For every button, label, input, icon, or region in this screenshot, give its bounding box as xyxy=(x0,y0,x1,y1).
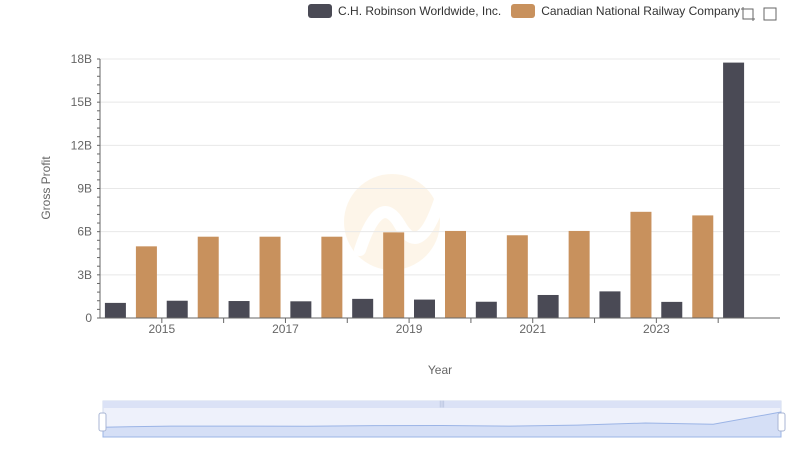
bar-series-1-2020 xyxy=(506,235,528,318)
bar-series-1-2016 xyxy=(259,236,281,318)
bar-series-0-2020 xyxy=(475,301,497,318)
data-zoom-left-handle[interactable] xyxy=(98,412,107,432)
y-axis-label: Gross Profit xyxy=(39,156,53,220)
data-zoom-slider[interactable]: ||| xyxy=(98,400,786,438)
y-tick-label: 0 xyxy=(85,311,92,325)
bar-series-0-2019 xyxy=(414,299,435,318)
bar-chart: 0 3B 6B 9B 12B 15B 18B 2015 2017 2019 2021 2023 Gr… xyxy=(39,52,786,438)
bar-series-1-2017 xyxy=(321,236,343,318)
y-tick-label: 3B xyxy=(77,268,92,282)
x-tick-labels: 2015 2017 2019 2021 2023 xyxy=(148,318,719,336)
bar-series-0-2018 xyxy=(352,298,374,318)
bar-series-0-2014 xyxy=(104,302,126,318)
bar-series-1-2022 xyxy=(630,211,652,318)
data-zoom-right-handle[interactable] xyxy=(777,412,786,432)
y-tick-label: 6B xyxy=(77,225,92,239)
x-tick-label: 2023 xyxy=(643,322,670,336)
bar-series-1-2018 xyxy=(383,232,405,318)
bar-series-1-2019 xyxy=(445,230,466,318)
y-tick-label: 9B xyxy=(77,182,92,196)
y-tick-label: 15B xyxy=(71,95,92,109)
y-tick-label: 12B xyxy=(71,138,92,152)
x-tick-label: 2021 xyxy=(519,322,546,336)
bar-series-0-2023 xyxy=(661,301,683,318)
x-tick-label: 2015 xyxy=(148,322,175,336)
bar-series-0-2021 xyxy=(537,294,559,318)
bar-series-1-2015 xyxy=(197,236,219,318)
y-tick-labels: 0 3B 6B 9B 12B 15B 18B xyxy=(71,52,93,325)
x-axis-label: Year xyxy=(428,363,452,377)
x-tick-label: 2017 xyxy=(272,322,299,336)
y-tick-label: 18B xyxy=(71,52,92,66)
bar-series-0-2022 xyxy=(599,291,621,318)
bar-series-1-2023 xyxy=(692,215,714,318)
bar-series-0-2016 xyxy=(228,301,250,318)
x-tick-label: 2019 xyxy=(396,322,423,336)
data-zoom-grip-icon[interactable]: ||| xyxy=(439,401,445,408)
bar-series-1-2014 xyxy=(135,246,157,318)
bar-series-0-2024 xyxy=(723,62,745,318)
bar-series-1-2021 xyxy=(568,230,590,318)
bar-series-0-2015 xyxy=(166,300,188,318)
bar-series-0-2017 xyxy=(290,301,312,318)
